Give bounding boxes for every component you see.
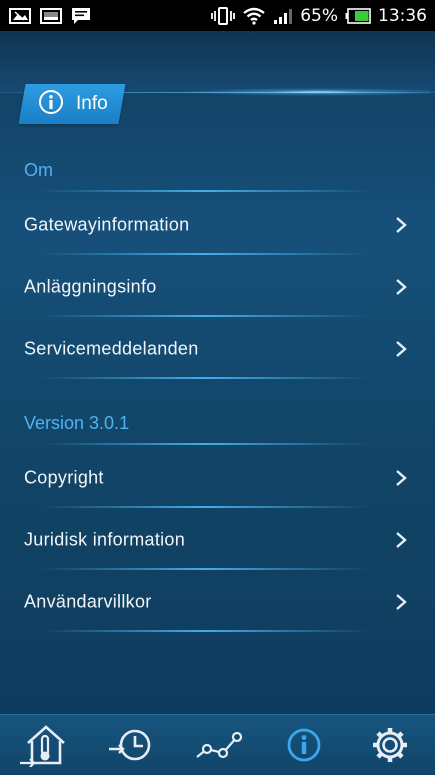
divider (40, 443, 370, 445)
wifi-icon (242, 7, 266, 25)
chevron-right-icon (396, 594, 407, 610)
divider (40, 315, 370, 317)
row-juridisk-information[interactable]: Juridisk information (0, 510, 435, 570)
row-anvandarvillkor[interactable]: Användarvillkor (0, 572, 435, 632)
info-tab-content[interactable]: Info (38, 84, 108, 124)
status-bar: 65% 13:36 (0, 0, 435, 31)
row-gatewayinformation[interactable]: Gatewayinformation (0, 195, 435, 255)
row-anlaggningsinfo[interactable]: Anläggningsinfo (0, 257, 435, 317)
chevron-right-icon (396, 470, 407, 486)
battery-percent: 65% (300, 5, 338, 26)
bottom-navigation (0, 714, 435, 775)
row-label: Gatewayinformation (24, 214, 190, 235)
divider (40, 506, 370, 508)
image-notification-icon (40, 7, 62, 24)
divider (40, 630, 370, 632)
info-icon (287, 728, 321, 762)
nav-info-button[interactable] (274, 719, 334, 771)
history-clock-icon (109, 729, 151, 761)
nav-graph-button[interactable] (188, 719, 248, 771)
row-servicemeddelanden[interactable]: Servicemeddelanden (0, 319, 435, 379)
nav-settings-button[interactable] (360, 719, 420, 771)
home-temperature-icon (20, 725, 65, 767)
chevron-right-icon (396, 532, 407, 548)
clock: 13:36 (378, 5, 427, 26)
settings-gear-icon (373, 728, 407, 762)
chevron-right-icon (396, 217, 407, 233)
message-notification-icon (71, 7, 91, 25)
divider (40, 568, 370, 570)
info-tab-label: Info (76, 93, 108, 114)
signal-icon (273, 8, 293, 24)
row-label: Användarvillkor (24, 591, 152, 612)
section-header-version: Version 3.0.1 (24, 413, 130, 433)
nav-home-button[interactable] (13, 719, 73, 771)
section-header-om: Om (24, 160, 53, 180)
row-label: Servicemeddelanden (24, 338, 199, 359)
divider (40, 253, 370, 255)
divider (40, 190, 370, 192)
row-label: Anläggningsinfo (24, 276, 157, 297)
vibrate-icon (211, 6, 236, 25)
row-label: Copyright (24, 467, 104, 488)
row-copyright[interactable]: Copyright (0, 448, 435, 508)
nav-history-button[interactable] (100, 719, 160, 771)
battery-icon (345, 7, 371, 24)
chevron-right-icon (396, 341, 407, 357)
photo-notification-icon (9, 7, 31, 24)
divider (40, 377, 370, 379)
chevron-right-icon (396, 279, 407, 295)
row-label: Juridisk information (24, 529, 186, 550)
info-circle-icon (38, 89, 64, 120)
header-glow (180, 88, 430, 96)
graph-icon (196, 731, 243, 759)
